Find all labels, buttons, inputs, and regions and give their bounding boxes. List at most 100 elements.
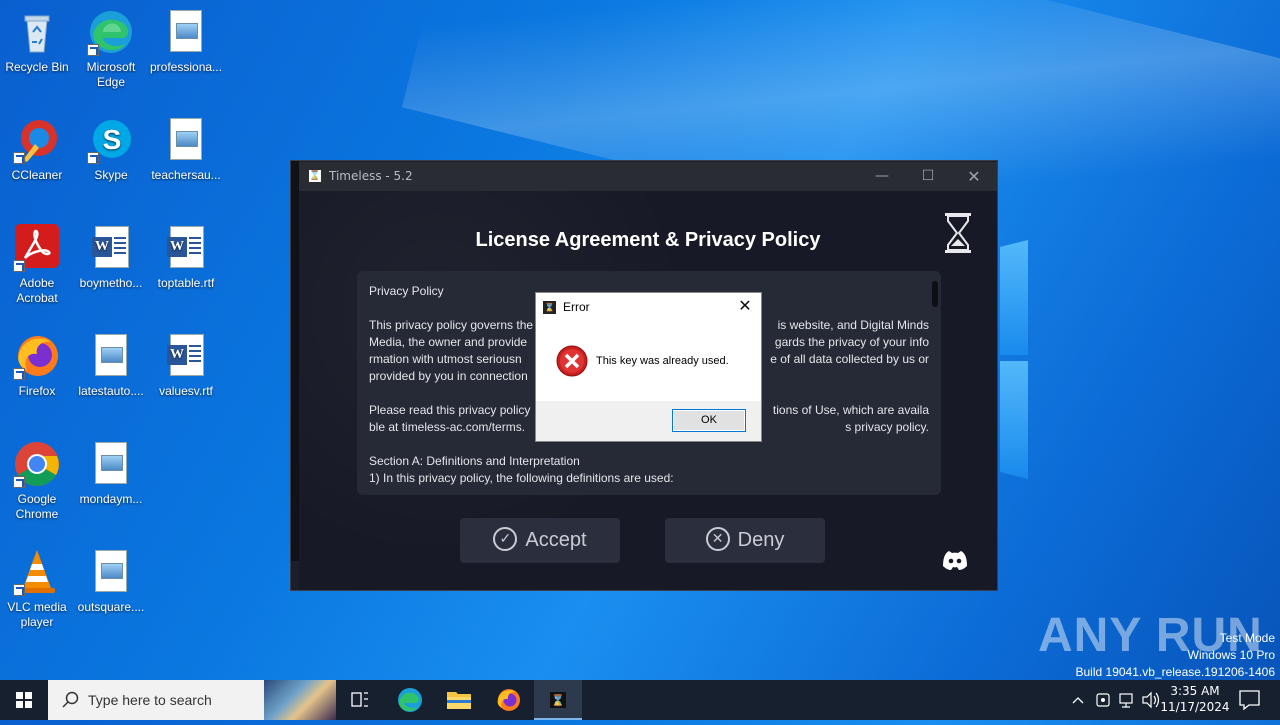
tray-icon-device[interactable]: [1092, 680, 1114, 720]
edge-icon: [398, 688, 422, 712]
timeless-app-icon: ⌛: [543, 301, 556, 314]
shortcut-arrow-icon: [13, 476, 25, 488]
search-highlight-image: [264, 680, 336, 720]
minimize-button[interactable]: —: [859, 162, 905, 191]
chrome-icon: [13, 440, 61, 488]
test-mode-text: Test Mode Windows 10 Pro Build 19041.vb_…: [1076, 630, 1276, 681]
action-center-button[interactable]: [1232, 680, 1272, 720]
policy-text-line: ble at timeless-ac.com/terms.: [369, 420, 526, 434]
desktop-icon-google-chrome[interactable]: Google Chrome: [1, 440, 73, 522]
desktop-icon-latestauto[interactable]: latestauto....: [75, 332, 147, 399]
tray-icon-volume[interactable]: [1140, 680, 1162, 720]
svg-text:S: S: [103, 124, 122, 155]
taskbar-clock[interactable]: 3:35 AM 11/17/2024: [1160, 683, 1230, 715]
policy-text-line: is website, and Digital Minds: [777, 318, 929, 332]
desktop-icon-valuesv[interactable]: W valuesv.rtf: [150, 332, 222, 399]
folder-icon: [447, 692, 471, 709]
desktop-icon-label: mondaym...: [79, 492, 143, 506]
desktop-icon-firefox[interactable]: Firefox: [1, 332, 73, 399]
desktop-icon-professiona[interactable]: professiona...: [150, 8, 222, 75]
window-titlebar[interactable]: ⌛ Timeless - 5.2 — ☐ ✕: [299, 162, 997, 191]
desktop-icon-label: toptable.rtf: [157, 276, 215, 290]
ccleaner-icon: [13, 116, 61, 164]
desktop-icon-label: CCleaner: [11, 168, 63, 182]
dialog-close-button[interactable]: ✕: [735, 296, 755, 316]
desktop-icon-skype[interactable]: S Skype: [75, 116, 147, 183]
start-button[interactable]: [0, 680, 48, 720]
policy-text-line: tions of Use, which are availa: [772, 403, 929, 417]
discord-icon[interactable]: [939, 548, 971, 572]
wallpaper-windows-logo: [1000, 240, 1030, 480]
image-file-icon: [87, 440, 135, 488]
taskbar-timeless[interactable]: ⌛: [534, 680, 582, 720]
word-document-icon: W: [87, 224, 135, 272]
build-line: Build 19041.vb_release.191206-1406: [1075, 665, 1276, 679]
skype-icon: S: [87, 116, 135, 164]
accept-button[interactable]: ✓ Accept: [460, 518, 620, 563]
maximize-button[interactable]: ☐: [905, 162, 951, 191]
taskbar-file-explorer[interactable]: [435, 680, 483, 720]
desktop-icon-label: Recycle Bin: [5, 60, 69, 74]
volume-icon: [1142, 691, 1160, 709]
policy-section-heading: Section A: Definitions and Interpretatio…: [369, 454, 580, 468]
desktop-icon-label: Microsoft Edge: [86, 60, 136, 89]
close-button[interactable]: ✕: [951, 162, 997, 191]
error-dialog: ⌛ Error ✕ This key was already used. OK: [535, 292, 762, 442]
desktop-icon-microsoft-edge[interactable]: Microsoft Edge: [75, 8, 147, 90]
word-document-icon: W: [162, 332, 210, 380]
error-icon: [556, 345, 588, 377]
scrollbar-thumb[interactable]: [932, 281, 938, 307]
windows-start-icon: [16, 692, 32, 708]
window-title: Timeless - 5.2: [329, 169, 413, 183]
desktop-icon-outsquare[interactable]: outsquare....: [75, 548, 147, 615]
desktop-icon-label: professiona...: [150, 60, 223, 74]
policy-text-line: e of all data collected by us or: [770, 352, 929, 366]
x-circle-icon: ✕: [705, 526, 730, 551]
shortcut-arrow-icon: [87, 44, 99, 56]
network-icon: [1119, 693, 1133, 708]
desktop-icon-label: Skype: [94, 168, 128, 182]
desktop-icon-label: outsquare....: [77, 600, 145, 614]
svg-text:⌛: ⌛: [551, 694, 565, 707]
tray-icon-network[interactable]: [1116, 680, 1138, 720]
desktop-icon-recycle-bin[interactable]: Recycle Bin: [1, 8, 73, 75]
desktop-icon-boymetho[interactable]: W boymetho...: [75, 224, 147, 291]
policy-text-line: This privacy policy governs the: [369, 318, 534, 332]
desktop-icon-teachersau[interactable]: teachersau...: [150, 116, 222, 183]
timeless-app-icon: ⌛: [550, 692, 566, 708]
shortcut-arrow-icon: [13, 368, 25, 380]
desktop-icon-toptable[interactable]: W toptable.rtf: [150, 224, 222, 291]
window-shadow: [291, 161, 299, 561]
task-view-button[interactable]: [336, 680, 384, 720]
policy-text-line: s privacy policy.: [845, 420, 929, 434]
taskbar-edge[interactable]: [386, 680, 434, 720]
desktop-icon-ccleaner[interactable]: CCleaner: [1, 116, 73, 183]
search-placeholder: Type here to search: [88, 692, 212, 708]
check-circle-icon: ✓: [493, 526, 518, 551]
image-file-icon: [162, 116, 210, 164]
device-icon: [1096, 693, 1110, 707]
firefox-icon: [13, 332, 61, 380]
desktop-icon-label: valuesv.rtf: [159, 384, 213, 398]
desktop-icon-label: Adobe Acrobat: [16, 276, 58, 305]
deny-button[interactable]: ✕ Deny: [665, 518, 825, 563]
show-hidden-icons-button[interactable]: [1068, 680, 1088, 720]
dialog-title: Error: [563, 300, 590, 314]
taskbar-search-box[interactable]: Type here to search: [48, 680, 336, 720]
timeless-app-icon: ⌛: [309, 170, 321, 182]
desktop-icon-vlc[interactable]: VLC media player: [1, 548, 73, 630]
taskbar-firefox[interactable]: [485, 680, 533, 720]
desktop-icon-label: teachersau...: [151, 168, 221, 182]
word-document-icon: W: [162, 224, 210, 272]
policy-text-line: Media, the owner and provide: [369, 335, 528, 349]
firefox-icon: [497, 689, 520, 711]
desktop-icon-mondaym[interactable]: mondaym...: [75, 440, 147, 507]
taskbar: Type here to search ⌛ 3:35 AM 11/17/2024: [0, 680, 1280, 720]
acrobat-icon: [13, 224, 61, 272]
desktop-icon-adobe-acrobat[interactable]: Adobe Acrobat: [1, 224, 73, 306]
ok-button[interactable]: OK: [672, 409, 746, 432]
image-file-icon: [87, 332, 135, 380]
desktop-icon-label: VLC media player: [7, 600, 67, 629]
dialog-message: This key was already used.: [596, 355, 729, 367]
policy-text-line: gards the privacy of your info: [774, 335, 929, 349]
